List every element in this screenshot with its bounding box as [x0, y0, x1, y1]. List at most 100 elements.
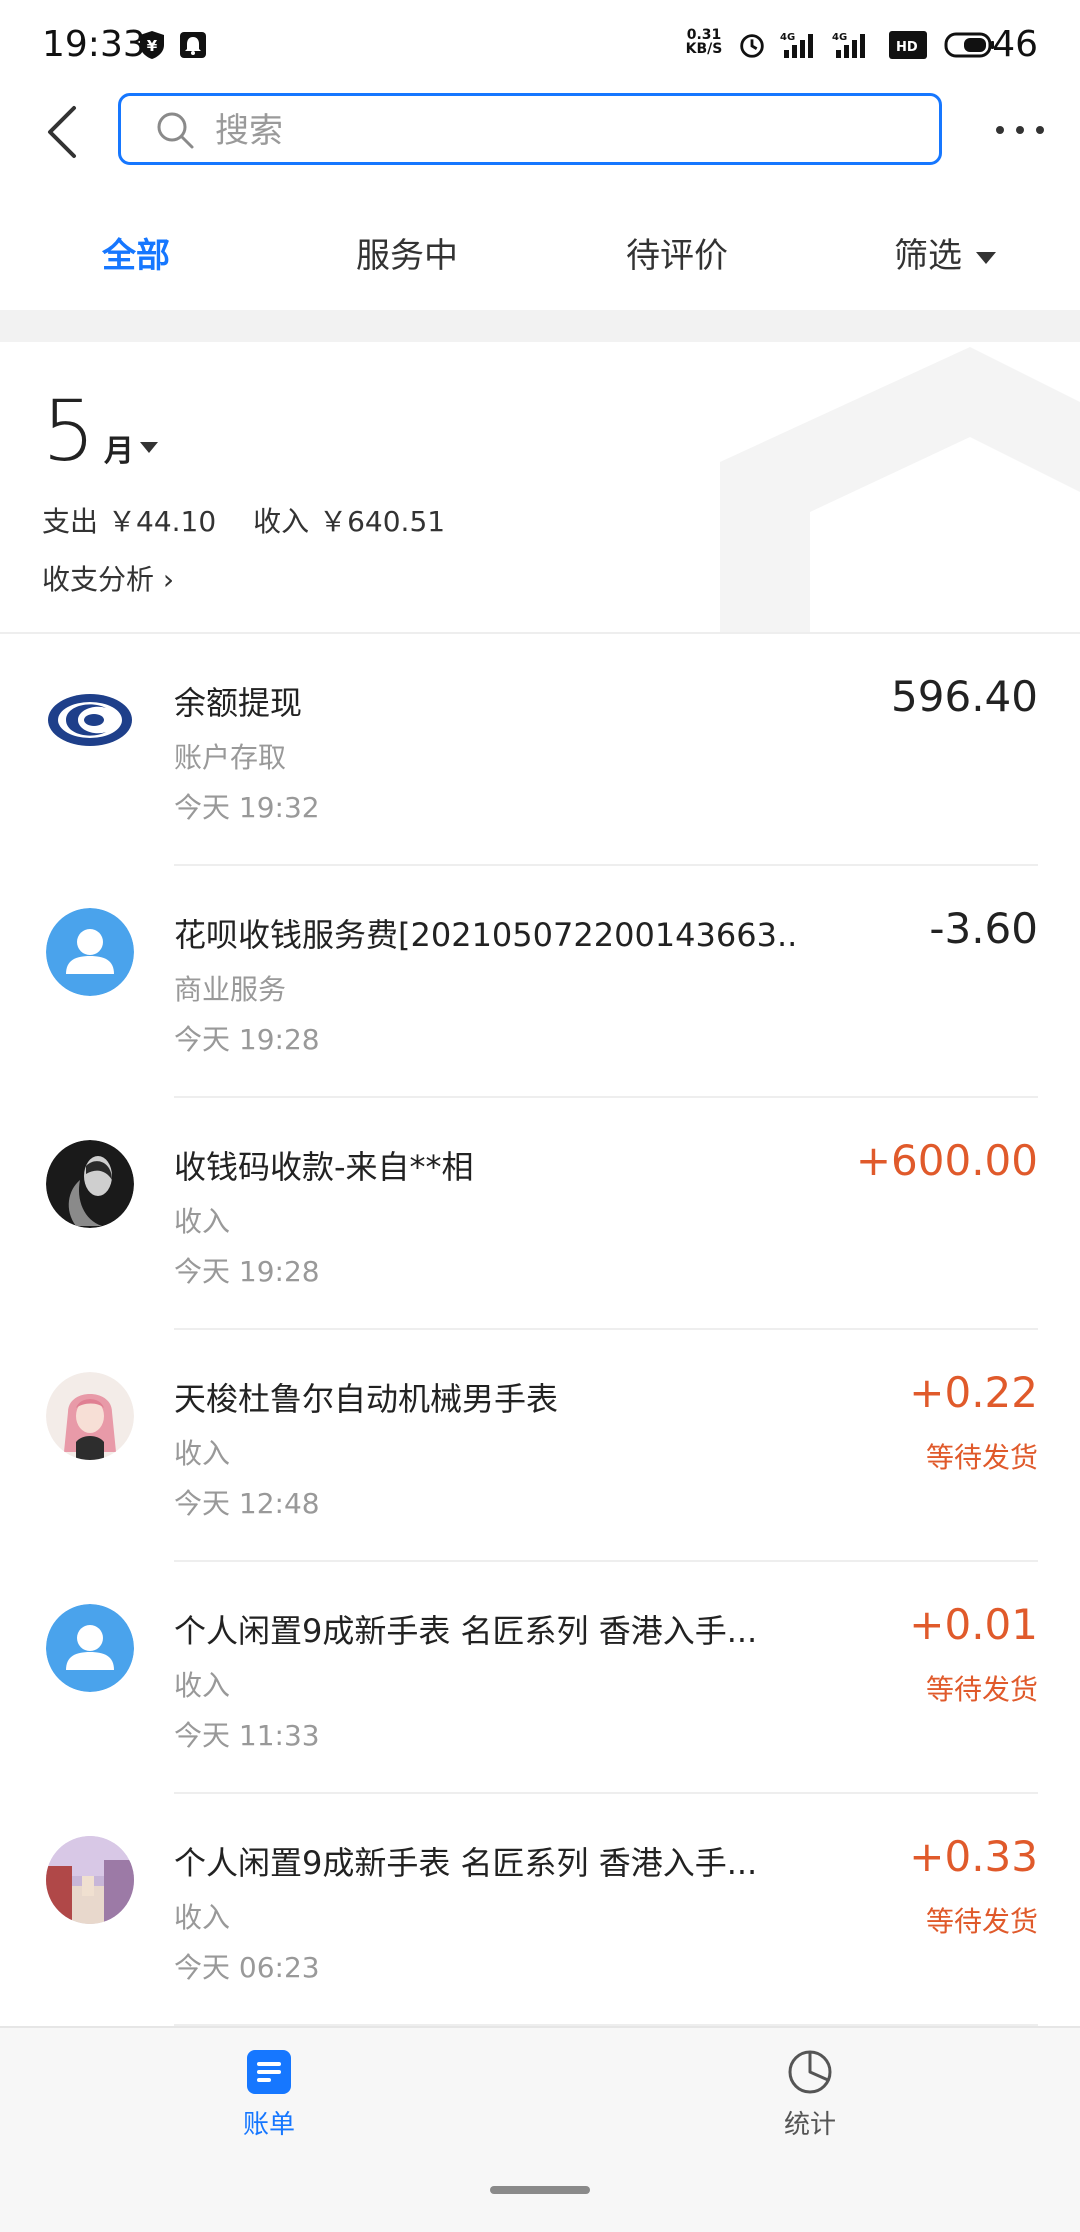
- transaction-title: 余额提现: [174, 684, 303, 722]
- transaction-date: 今天: [174, 1951, 231, 1984]
- nav-label-stats: 统计: [783, 2110, 836, 2140]
- analysis-link[interactable]: 收支分析 ›: [42, 558, 174, 598]
- watermark-decoration: [720, 347, 1080, 632]
- transaction-clock: 11:33: [238, 1719, 320, 1752]
- transaction-status: 等待发货: [925, 1441, 1038, 1474]
- transaction-title: 个人闲置9成新手表 名匠系列 香港入手...: [174, 1612, 758, 1650]
- transaction-title: 个人闲置9成新手表 名匠系列 香港入手...: [174, 1844, 758, 1882]
- filter-tabs: 全部 服务中 待评价 筛选: [0, 200, 1080, 310]
- notification-bell-icon: [180, 32, 206, 58]
- svg-text:HD: HD: [896, 40, 918, 55]
- battery-icon: [944, 32, 994, 58]
- transaction-amount: +0.33: [909, 1832, 1038, 1881]
- month-summary: 5 月 支出 ￥44.10 收入 ￥640.51 收支分析 ›: [0, 342, 1080, 632]
- signal-4g-icon: 4G: [832, 32, 865, 58]
- svg-text:¥: ¥: [147, 37, 158, 55]
- status-time: 19:33: [42, 24, 146, 65]
- transaction-time: 今天 19:28: [174, 1250, 320, 1290]
- transaction-time: 今天 19:32: [174, 786, 320, 826]
- transaction-title: 天梭杜鲁尔自动机械男手表: [174, 1380, 559, 1418]
- transaction-date: 今天: [174, 1719, 231, 1752]
- yen-shield-icon: ¥: [140, 31, 164, 59]
- svg-text:4G: 4G: [832, 32, 847, 43]
- transaction-clock: 06:23: [238, 1951, 320, 1984]
- transaction-time: 今天 11:33: [174, 1714, 320, 1754]
- income-stat: 收入 ￥640.51: [253, 505, 445, 538]
- expense-label: 支出: [42, 505, 99, 538]
- home-indicator[interactable]: [490, 2186, 590, 2194]
- search-input[interactable]: [213, 104, 897, 158]
- transaction-amount: +0.01: [909, 1600, 1038, 1649]
- transaction-clock: 19:28: [238, 1255, 320, 1288]
- net-speed: 0.31 KB/S: [684, 28, 724, 56]
- transaction-category: 账户存取: [174, 741, 287, 774]
- month-unit[interactable]: 月: [104, 426, 134, 470]
- transaction-row[interactable]: 收钱码收款-来自**相 收入 今天 19:28 +600.00: [0, 1098, 1080, 1330]
- transaction-date: 今天: [174, 1023, 231, 1056]
- caret-down-icon: [976, 251, 996, 264]
- default-user-avatar-icon: [46, 1604, 134, 1692]
- transaction-category: 收入: [174, 1901, 231, 1934]
- transaction-category: 商业服务: [174, 973, 287, 1006]
- default-user-avatar-icon: [46, 908, 134, 996]
- month-stats: 支出 ￥44.10 收入 ￥640.51: [42, 500, 473, 540]
- search-box[interactable]: [118, 93, 942, 165]
- section-gap: [0, 310, 1080, 342]
- photo-avatar-street-icon: [46, 1836, 134, 1924]
- tab-to-review[interactable]: 待评价: [626, 228, 728, 277]
- nav-item-bill[interactable]: 账单: [209, 2048, 329, 2141]
- tab-in-service[interactable]: 服务中: [356, 228, 458, 277]
- transaction-amount: +0.22: [909, 1368, 1038, 1417]
- search-icon: [157, 112, 194, 149]
- month-number[interactable]: 5: [42, 382, 95, 480]
- transaction-title: 收钱码收款-来自**相: [174, 1148, 474, 1186]
- transaction-clock: 12:48: [238, 1487, 320, 1520]
- transaction-status: 等待发货: [925, 1905, 1038, 1938]
- transaction-time: 今天 19:28: [174, 1018, 320, 1058]
- transaction-row[interactable]: 个人闲置9成新手表 名匠系列 香港入手... 收入 今天 11:33 +0.01…: [0, 1562, 1080, 1794]
- tab-filter-label: 筛选: [894, 236, 962, 276]
- transaction-clock: 19:32: [238, 791, 320, 824]
- transaction-category: 收入: [174, 1669, 231, 1702]
- expense-value: ￥44.10: [108, 505, 217, 538]
- expense-stat: 支出 ￥44.10: [42, 505, 216, 538]
- transaction-time: 今天 06:23: [174, 1946, 320, 1986]
- photo-avatar-pink-icon: [46, 1372, 134, 1460]
- alarm-icon: [740, 34, 764, 58]
- transaction-row[interactable]: 天梭杜鲁尔自动机械男手表 收入 今天 12:48 +0.22 等待发货: [0, 1330, 1080, 1562]
- svg-text:4G: 4G: [780, 32, 795, 43]
- net-speed-unit: KB/S: [685, 41, 723, 57]
- transaction-time: 今天 12:48: [174, 1482, 320, 1522]
- transaction-category: 收入: [174, 1437, 231, 1470]
- net-speed-value: 0.31: [686, 27, 722, 43]
- signal-4g-icon: 4G: [780, 32, 813, 58]
- transaction-status: 等待发货: [925, 1673, 1038, 1706]
- hd-icon: HD: [889, 31, 927, 59]
- nav-item-stats[interactable]: 统计: [750, 2048, 870, 2141]
- status-bar: 19:33 ¥ 0.31 KB/S 4G 4G HD 46: [0, 0, 1080, 90]
- photo-avatar-dark-icon: [46, 1140, 134, 1228]
- more-dots-icon[interactable]: [990, 110, 1050, 150]
- transaction-amount: 596.40: [891, 672, 1038, 721]
- transaction-category: 收入: [174, 1205, 231, 1238]
- income-value: ￥640.51: [319, 505, 446, 538]
- transaction-row[interactable]: 花呗收钱服务费[202105072200143663... 商业服务 今天 19…: [0, 866, 1080, 1098]
- bottom-nav: 账单 统计: [0, 2026, 1080, 2232]
- transaction-date: 今天: [174, 791, 231, 824]
- battery-level: 46: [992, 24, 1038, 65]
- month-caret-icon[interactable]: [140, 442, 158, 453]
- transaction-row[interactable]: 个人闲置9成新手表 名匠系列 香港入手... 收入 今天 06:23 +0.33…: [0, 1794, 1080, 2026]
- transaction-amount: -3.60: [929, 904, 1038, 953]
- tab-filter[interactable]: 筛选: [894, 228, 996, 277]
- transaction-amount: +600.00: [855, 1136, 1038, 1185]
- pie-chart-icon: [788, 2050, 832, 2094]
- transaction-clock: 19:28: [238, 1023, 320, 1056]
- unionpay-logo-icon: [46, 676, 134, 764]
- bill-icon: [247, 2050, 291, 2094]
- back-button[interactable]: [36, 96, 92, 166]
- transaction-title: 花呗收钱服务费[202105072200143663...: [174, 916, 794, 954]
- income-label: 收入: [253, 505, 310, 538]
- tab-all[interactable]: 全部: [102, 228, 170, 277]
- nav-label-bill: 账单: [242, 2110, 295, 2140]
- transaction-row[interactable]: 余额提现 账户存取 今天 19:32 596.40: [0, 634, 1080, 866]
